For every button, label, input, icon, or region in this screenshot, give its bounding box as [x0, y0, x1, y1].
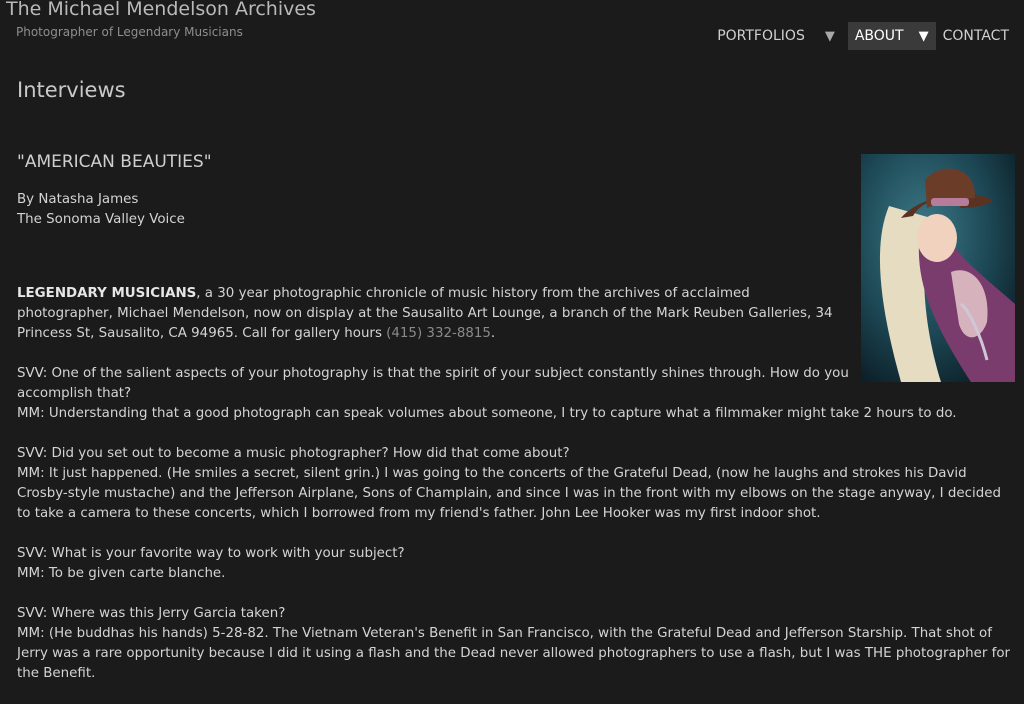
intro-tail: . — [490, 326, 496, 341]
site-title[interactable]: The Michael Mendelson Archives — [6, 0, 316, 20]
caret-down-icon[interactable]: ▼ — [825, 29, 835, 44]
nav-item-contact[interactable]: CONTACT — [936, 22, 1016, 50]
site-tagline: Photographer of Legendary Musicians — [16, 25, 243, 39]
page-title: Interviews — [17, 78, 126, 102]
question: SVV: What is your favorite way to work w… — [17, 546, 405, 561]
qa-block: SVV: Where was this Jerry Garcia taken? … — [17, 604, 1017, 684]
site-header: The Michael Mendelson Archives Photograp… — [0, 0, 1024, 60]
nav-item-label: ABOUT — [854, 28, 904, 44]
article-author: By Natasha James — [17, 192, 139, 207]
answer: MM: It just happened. (He smiles a secre… — [17, 466, 1001, 521]
answer: MM: (He buddhas his hands) 5-28-82. The … — [17, 626, 1011, 681]
answer: MM: Understanding that a good photograph… — [17, 406, 957, 421]
question: SVV: Did you set out to become a music p… — [17, 446, 570, 461]
nav-item-portfolios[interactable]: PORTFOLIOS ▼ — [710, 22, 842, 50]
qa-block: SVV: One of the salient aspects of your … — [17, 364, 1017, 424]
article-intro: LEGENDARY MUSICIANS, a 30 year photograp… — [17, 284, 849, 344]
article-publication: The Sonoma Valley Voice — [17, 212, 185, 227]
caret-down-icon[interactable]: ▼ — [919, 29, 929, 44]
qa-block: SVV: Did you set out to become a music p… — [17, 444, 1017, 524]
question: SVV: One of the salient aspects of your … — [17, 366, 849, 401]
answer: MM: To be given carte blanche. — [17, 566, 226, 581]
nav-item-label: PORTFOLIOS — [717, 28, 805, 44]
intro-bold: LEGENDARY MUSICIANS — [17, 286, 197, 301]
gallery-phone-link[interactable]: (415) 332-8815 — [386, 326, 491, 341]
article: "AMERICAN BEAUTIES" By Natasha James The… — [17, 152, 1017, 704]
nav-item-about[interactable]: ABOUT ▼ — [847, 22, 936, 50]
nav-item-label: CONTACT — [942, 28, 1009, 44]
question: SVV: Where was this Jerry Garcia taken? — [17, 606, 286, 621]
qa-block: SVV: What is your favorite way to work w… — [17, 544, 1017, 584]
article-title: "AMERICAN BEAUTIES" — [17, 152, 212, 172]
main-nav: PORTFOLIOS ▼ ABOUT ▼ CONTACT — [710, 22, 1016, 50]
